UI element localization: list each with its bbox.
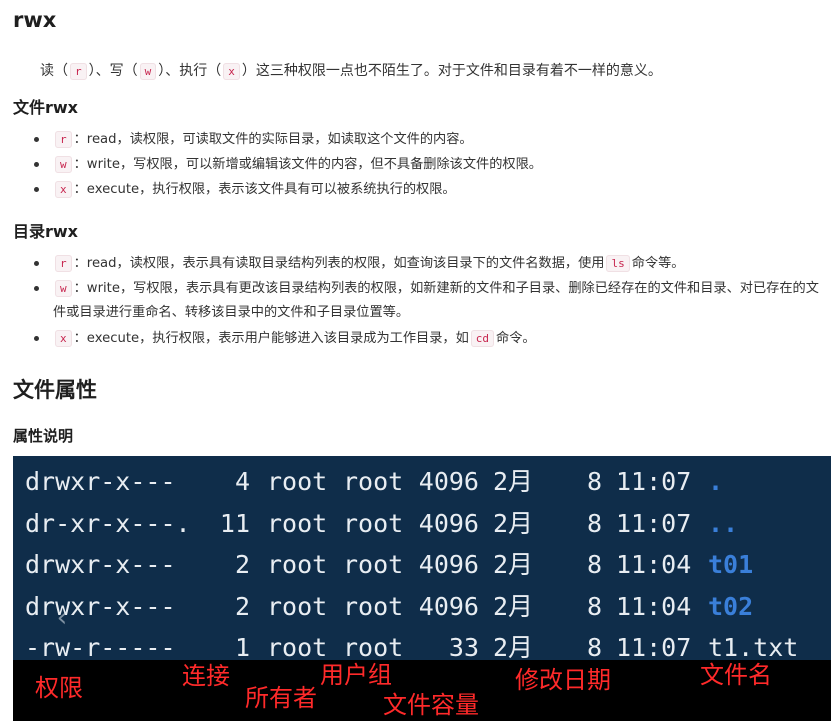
bullet-icon [34,187,39,192]
inline-code: w [55,156,72,173]
list-item: r ：read，读权限，表示具有读取目录结构列表的权限，如查询该目录下的文件名数据… [0,252,831,277]
terminal-links: 2 [234,550,250,579]
document-page: rwx 读（ r ）、写（ w ）、执行（ x ）这三种权限一点也不陌生了。对于文件和目录有… [0,0,831,721]
terminal-day: 8 [586,550,602,579]
legend-modified-date: 修改日期 [515,666,611,694]
list-item-text: ：read，读权限，可读取文件的实际目录，如读取这个文件的内容。 [73,132,473,147]
terminal-owner: root [267,550,328,579]
terminal-screenshot: drwxr-x--- 4 root root 4096 2月 8 11:07. dr-xr-x-… [13,456,831,660]
list-item-text-end: 命令。 [496,331,536,346]
terminal-perm: drwxr-x--- [25,550,176,579]
chevron-left-icon[interactable]: ‹ [48,598,76,638]
bullet-icon [34,162,39,167]
legend-group: 用户组 [320,661,392,689]
list-item: r ：read，读权限，可读取文件的实际目录，如读取这个文件的内容。 [0,128,831,153]
terminal-day: 8 [586,467,602,496]
bullet-icon [34,286,39,291]
terminal-owner: root [267,591,328,621]
inline-code-x: x [223,63,240,80]
terminal-perm: dr-xr-x---. [25,508,191,538]
heading-attribute-description: 属性说明 [13,427,74,445]
inline-code: x [55,181,72,198]
intro-text-3: ）、执行（ [158,63,222,79]
heading-file-rwx: 文件rwx [13,98,78,117]
terminal-group: root [343,467,404,496]
terminal-links: 2 [234,591,250,621]
terminal-time: 11:07 [616,633,692,660]
legend-owner: 所有者 [245,684,317,712]
dir-rwx-list: r ：read，读权限，表示具有读取目录结构列表的权限，如查询该目录下的文件名数据… [0,252,831,352]
inline-code: x [55,330,72,347]
intro-text-2: ）、写（ [88,63,138,79]
terminal-day: 8 [586,508,602,538]
bullet-icon [34,336,39,341]
list-item-text: ：execute，执行权限，表示该文件具有可以被系统执行的权限。 [73,182,456,197]
file-rwx-list: r ：read，读权限，可读取文件的实际目录，如读取这个文件的内容。 w ：writ… [0,128,831,203]
legend-size: 文件容量 [383,691,479,719]
legend-links: 连接 [182,662,230,690]
inline-code: w [55,280,72,297]
terminal-size: 4096 [418,508,479,538]
list-item-text: ：write，写权限，可以新增或编辑该文件的内容，但不具备删除该文件的权限。 [73,157,542,172]
inline-code-w: w [139,63,157,80]
list-item-text-end: 命令等。 [631,256,685,271]
terminal-links: 4 [234,467,250,496]
list-item-text: ：execute，执行权限，表示用户能够进入该目录成为工作目录，如 [73,331,469,346]
legend-permissions: 权限 [35,674,83,702]
terminal-time: 11:04 [616,550,692,579]
terminal-group: root [343,508,404,538]
terminal-day: 8 [586,633,602,660]
terminal-month: 2月 [493,591,534,621]
legend-filename: 文件名 [700,661,772,689]
intro-text-4: ）这三种权限一点也不陌生了。对于文件和目录有着不一样的意义。 [241,63,662,79]
intro-paragraph: 读（ r ）、写（ w ）、执行（ x ）这三种权限一点也不陌生了。对于文件和目录有着不一样… [40,59,662,84]
terminal-name: .. [708,508,739,538]
terminal-links: 11 [219,508,250,538]
inline-code-ls: ls [606,255,630,272]
terminal-size: 4096 [418,550,479,579]
heading-dir-rwx: 目录rwx [13,222,78,241]
heading-file-attributes: 文件属性 [13,378,97,402]
terminal-day: 8 [586,591,602,621]
terminal-owner: root [267,467,328,496]
bullet-icon [34,261,39,266]
terminal-group: root [343,550,404,579]
terminal-name: t02 [708,591,754,621]
terminal-size: 4096 [418,591,479,621]
list-item: w ：write，写权限，可以新增或编辑该文件的内容，但不具备删除该文件的权限。 [0,153,831,178]
terminal-perm: drwxr-x--- [25,467,176,496]
terminal-size: 33 [448,633,479,660]
terminal-group: root [343,591,404,621]
intro-text-1: 读（ [40,63,68,79]
heading-rwx: rwx [13,8,57,32]
terminal-owner: root [267,508,328,538]
list-item-text: ：read，读权限，表示具有读取目录结构列表的权限，如查询该目录下的文件名数据，… [73,256,605,271]
terminal-time: 11:07 [616,508,692,538]
inline-code-r: r [70,63,87,80]
terminal-size: 4096 [418,467,479,496]
list-item: x ：execute，执行权限，表示该文件具有可以被系统执行的权限。 [0,178,831,203]
list-item: x ：execute，执行权限，表示用户能够进入该目录成为工作目录，如 cd 命令。 [0,327,831,352]
terminal-month: 2月 [493,467,534,496]
terminal-month: 2月 [493,633,534,660]
terminal-time: 11:07 [616,467,692,496]
terminal-owner: root [267,633,328,660]
list-item: w ：write，写权限，表示具有更改该目录结构列表的权限，如新建新的文件和子目录… [0,277,831,327]
inline-code: r [55,131,72,148]
inline-code: r [55,255,72,272]
terminal-month: 2月 [493,550,534,579]
terminal-time: 11:04 [616,591,692,621]
bullet-icon [34,137,39,142]
inline-code-cd: cd [470,330,495,347]
terminal-name: t01 [708,550,754,579]
terminal-month: 2月 [493,508,534,538]
terminal-name: . [708,467,724,496]
list-item-text: ：write，写权限，表示具有更改该目录结构列表的权限，如新建新的文件和子目录、… [53,281,819,320]
